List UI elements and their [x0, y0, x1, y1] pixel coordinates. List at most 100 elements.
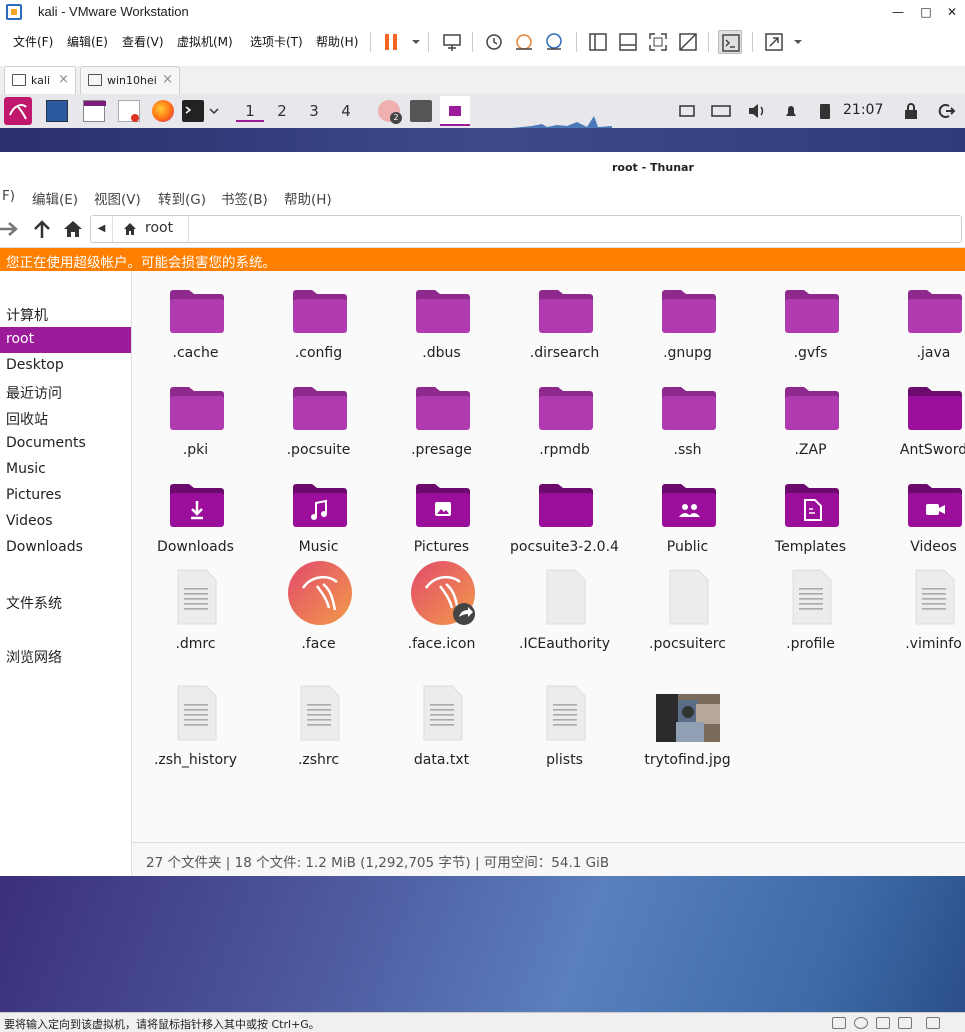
file-item[interactable]: .zshrc — [257, 678, 380, 775]
show-desktop-icon[interactable] — [46, 100, 68, 122]
file-item[interactable]: .face — [257, 561, 380, 659]
file-item[interactable]: .gvfs — [749, 271, 872, 368]
sidebar-item[interactable]: 浏览网络 — [0, 643, 131, 669]
close-button[interactable]: ✕ — [940, 2, 964, 22]
file-item[interactable]: .face.icon — [380, 561, 503, 659]
file-item[interactable]: .pocsuite — [257, 368, 380, 465]
text-editor-icon[interactable] — [118, 100, 140, 122]
snapshot-manager-icon[interactable] — [542, 30, 566, 54]
workspace-2[interactable]: 2 — [268, 100, 296, 122]
menu-edit[interactable]: 编辑(E) — [67, 33, 108, 50]
file-item[interactable]: .gnupg — [626, 271, 749, 368]
file-item[interactable]: .viminfo — [872, 562, 965, 659]
file-item[interactable]: .dbus — [380, 271, 503, 368]
sidebar-item[interactable]: Pictures — [0, 483, 131, 509]
menu-file[interactable]: 文件(F) — [13, 33, 53, 50]
kali-menu-icon[interactable] — [4, 97, 32, 125]
firefox-icon[interactable] — [152, 100, 174, 122]
sidebar-item[interactable]: Downloads — [0, 535, 131, 561]
file-item[interactable]: .dirsearch — [503, 271, 626, 368]
menu-vm[interactable]: 虚拟机(M) — [177, 33, 233, 50]
sidebar-item[interactable]: Videos — [0, 509, 131, 535]
location-bar[interactable]: ◀ root — [90, 215, 962, 243]
cd-rom-icon[interactable] — [854, 1017, 868, 1029]
file-item[interactable]: trytofind.jpg — [626, 678, 749, 775]
close-tab-icon[interactable]: × — [58, 72, 69, 87]
menu-help[interactable]: 帮助(H) — [316, 33, 358, 50]
menu-view[interactable]: 查看(V) — [122, 33, 164, 50]
stretch-icon[interactable] — [762, 30, 786, 54]
menu-go[interactable]: 转到(G) — [158, 188, 206, 208]
workspace-1[interactable]: 1 — [236, 100, 264, 122]
network-adapter-icon[interactable] — [876, 1017, 890, 1029]
tab-win10hei[interactable]: win10hei × — [80, 66, 180, 94]
file-item[interactable]: .ZAP — [749, 368, 872, 465]
battery-icon[interactable] — [814, 100, 836, 122]
menu-view[interactable]: 视图(V) — [94, 188, 141, 208]
menu-bookmarks[interactable]: 书签(B) — [221, 188, 268, 208]
logout-icon[interactable] — [934, 100, 956, 122]
file-item[interactable]: .java — [872, 271, 965, 368]
file-item[interactable]: .profile — [749, 562, 872, 659]
chevron-down-icon[interactable] — [206, 100, 222, 122]
send-keys-icon[interactable] — [440, 30, 464, 54]
clock[interactable]: 21:07 — [843, 102, 883, 118]
thumbnail-bar-icon[interactable] — [616, 30, 640, 54]
breadcrumb-root[interactable]: root — [115, 216, 189, 242]
minimize-button[interactable]: — — [886, 2, 910, 22]
unity-icon[interactable] — [676, 30, 700, 54]
file-item[interactable]: .dmrc — [134, 562, 257, 659]
workspace-3[interactable]: 3 — [300, 100, 328, 122]
menu-tabs[interactable]: 选项卡(T) — [250, 33, 303, 50]
file-item[interactable]: data.txt — [380, 678, 503, 775]
file-item[interactable]: .presage — [380, 368, 503, 465]
home-icon[interactable] — [62, 219, 84, 239]
sidebar-item[interactable]: Desktop — [0, 353, 131, 379]
file-item[interactable]: AntSword — [872, 368, 965, 465]
keyboard-icon[interactable] — [710, 100, 732, 122]
sidebar-item[interactable]: 文件系统 — [0, 589, 131, 615]
menu-edit[interactable]: 编辑(E) — [32, 188, 78, 208]
chevron-down-icon[interactable] — [404, 30, 420, 54]
hard-disk-icon[interactable] — [832, 1017, 846, 1029]
file-item[interactable]: .ICEauthority — [503, 562, 626, 659]
file-item[interactable]: .pocsuiterc — [626, 562, 749, 659]
sidebar-item[interactable]: 计算机 — [0, 301, 131, 327]
file-item[interactable]: Music — [257, 465, 380, 562]
file-manager-icon[interactable] — [83, 100, 106, 122]
forward-arrow-icon[interactable] — [0, 219, 22, 239]
terminal-icon[interactable] — [182, 100, 204, 122]
file-item[interactable]: .ssh — [626, 368, 749, 465]
menu-file[interactable]: F) — [2, 188, 15, 204]
file-item[interactable]: Pictures — [380, 465, 503, 562]
file-item[interactable]: plists — [503, 678, 626, 775]
revert-snapshot-icon[interactable] — [512, 30, 536, 54]
usb-icon[interactable] — [898, 1017, 912, 1029]
maximize-button[interactable]: □ — [914, 2, 938, 22]
volume-icon[interactable] — [746, 100, 768, 122]
sidebar-item[interactable]: 回收站 — [0, 405, 131, 431]
file-item[interactable]: .rpmdb — [503, 368, 626, 465]
display-icon[interactable] — [926, 1017, 940, 1029]
menu-help[interactable]: 帮助(H) — [284, 188, 332, 208]
tab-kali[interactable]: kali × — [4, 66, 76, 94]
sidebar-toggle-icon[interactable] — [586, 30, 610, 54]
lock-icon[interactable] — [900, 100, 922, 122]
file-item[interactable]: Downloads — [134, 465, 257, 562]
file-item[interactable]: pocsuite3-2.0.4 — [503, 465, 626, 562]
file-item[interactable]: .zsh_history — [134, 678, 257, 775]
console-view-icon[interactable] — [718, 30, 742, 54]
workspace-4[interactable]: 4 — [332, 100, 360, 122]
sidebar-item[interactable]: Music — [0, 457, 131, 483]
network-icon[interactable] — [676, 100, 698, 122]
terminal-window-icon[interactable] — [410, 100, 432, 122]
file-item[interactable]: Public — [626, 465, 749, 562]
snapshot-icon[interactable] — [482, 30, 506, 54]
firefox-window-icon[interactable]: 2 — [378, 100, 402, 124]
thunar-window-icon[interactable] — [440, 96, 470, 126]
close-tab-icon[interactable]: × — [162, 72, 173, 87]
up-arrow-icon[interactable] — [31, 219, 53, 239]
chevron-down-icon[interactable] — [786, 30, 802, 54]
file-item[interactable]: Templates — [749, 465, 872, 562]
path-prev-button[interactable]: ◀ — [91, 216, 113, 242]
